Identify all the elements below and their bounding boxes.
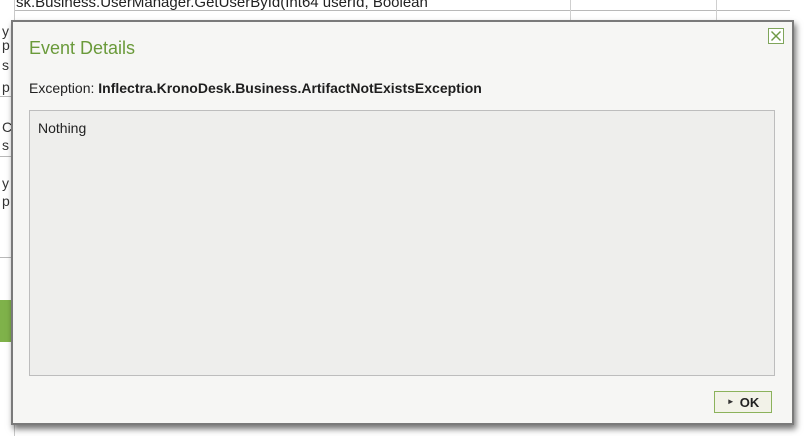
ok-button[interactable]: ► OK [714,391,772,413]
event-details-text: Nothing [38,120,87,136]
close-button[interactable] [768,28,784,44]
close-icon [771,31,781,41]
background-fragment: p [2,79,10,95]
exception-label: Exception: [29,80,95,96]
background-fragment: y [2,175,9,191]
background-grid-line [716,0,717,20]
dialog-title: Event Details [29,38,136,58]
event-details-text-area[interactable]: Nothing [29,110,775,376]
exception-line: Exception: Inflectra.KronoDesk.Business.… [29,80,482,96]
exception-value: Inflectra.KronoDesk.Business.ArtifactNot… [98,80,482,96]
event-details-dialog: Event Details Exception: Inflectra.Krono… [11,20,794,425]
play-arrow-icon: ► [726,397,735,406]
background-fragment: s [2,137,9,153]
background-fragment: p [2,193,10,209]
background-grid-line [570,0,571,20]
background-fragment: p [2,37,10,53]
background-grid-line [0,10,804,11]
background-fragment: s [2,57,9,73]
ok-button-label: OK [739,394,760,410]
background-fragment: y [2,23,9,39]
